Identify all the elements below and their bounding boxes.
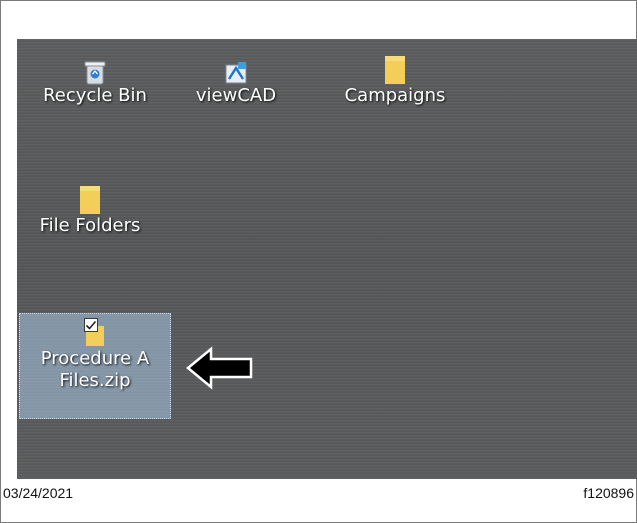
desktop-icon-label: Recycle Bin xyxy=(43,85,147,106)
recycle-bin-icon xyxy=(81,49,109,85)
selection-checkbox[interactable] xyxy=(84,318,98,332)
folder-icon xyxy=(381,49,409,85)
desktop-icon-campaigns[interactable]: Campaigns xyxy=(335,49,455,107)
checkmark-icon xyxy=(85,320,97,330)
desktop-icon-procedure-a-files-zip[interactable]: Procedure A Files.zip xyxy=(19,313,171,419)
desktop-icon-label: Campaigns xyxy=(344,85,446,106)
desktop-icon-label: viewCAD xyxy=(195,85,277,106)
desktop-icon-recycle-bin[interactable]: Recycle Bin xyxy=(35,49,155,107)
figure-id: f120896 xyxy=(583,485,634,501)
desktop-icon-label-line-1: Procedure A xyxy=(40,348,150,369)
viewcad-app-icon xyxy=(222,49,250,85)
left-arrow-callout xyxy=(185,345,255,391)
desktop-icon-label-line-2: Files.zip xyxy=(59,370,131,391)
folder-icon xyxy=(76,179,104,215)
figure-frame: Recycle Bin viewCAD Campaigns File Folde… xyxy=(0,0,637,523)
desktop-icon-file-folders[interactable]: File Folders xyxy=(25,179,155,237)
zip-folder-icon xyxy=(81,318,109,348)
desktop-icon-label: File Folders xyxy=(39,215,141,236)
desktop: Recycle Bin viewCAD Campaigns File Folde… xyxy=(17,39,637,479)
desktop-icon-viewcad[interactable]: viewCAD xyxy=(181,49,291,107)
figure-date: 03/24/2021 xyxy=(3,485,74,501)
